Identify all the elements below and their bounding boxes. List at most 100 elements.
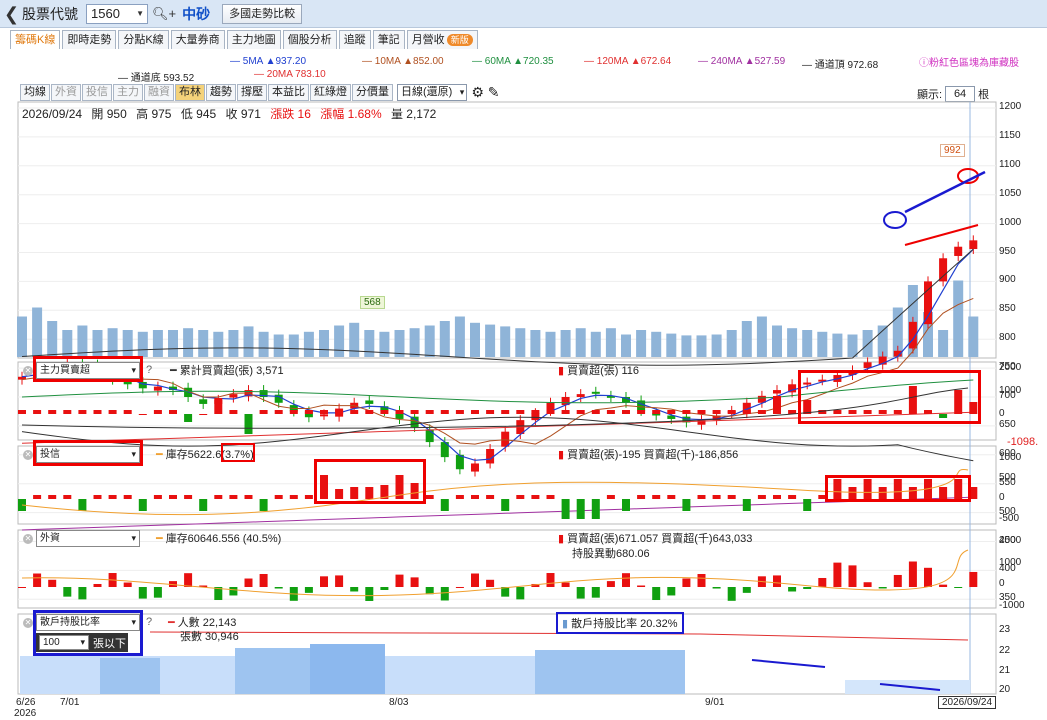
panel2-bar [682,499,691,511]
panel1-axis-tick: 2000 [999,362,1022,373]
panel4-area [100,658,160,694]
panel1-bar [169,410,177,414]
panel1-bar [667,410,676,414]
close-panel-icon[interactable]: ✕ [23,450,33,460]
panel3-bar [546,573,555,587]
panel1-bar [486,410,495,414]
panel1-bar [757,410,766,414]
help-icon[interactable]: ? [146,364,152,376]
panel2-bar [214,495,223,499]
panel1-bar [365,410,374,414]
highlight-box [33,356,143,382]
volume-bar [228,330,239,357]
highlight-box [825,475,971,502]
panel1-netbuy-text: 買賣超(張) 116 [567,365,640,377]
volume-bar [288,334,299,357]
panel3-bar [410,577,419,587]
volume-bar [349,322,360,357]
panel3-bar [486,579,495,587]
panel3-bar [833,562,842,587]
bar-swatch-icon: ▮ [562,618,569,630]
price-axis-tick: 1200 [999,101,1022,112]
panel3-bar [123,582,132,587]
panel4-axis-tick: 20 [999,684,1011,695]
panel1-cumulative-text: 累計買賣超(張) 3,571 [179,365,284,377]
x-label-jul: 7/01 [60,697,80,708]
panel4-area [310,644,385,694]
price-axis-tick: 950 [999,245,1016,257]
x-label-aug: 8/03 [389,697,409,708]
volume-bar [32,307,43,357]
chart-canvas[interactable] [0,0,1047,720]
volume-bar [319,330,329,357]
panel2-bar [244,495,253,499]
price-axis-tick: 1100 [999,158,1021,170]
panel1-bar [93,410,102,414]
panel1-side-value: -1098. [1007,436,1039,448]
volume-bar [485,324,496,357]
panel3-bar [773,575,781,587]
panel3-bar [712,587,721,589]
low-price-label: 568 [360,296,385,309]
panel2-axis-tick: 0 [999,492,1005,503]
panel1-bar [395,410,404,414]
panel1-bar [697,410,706,414]
panel2-bar [63,495,72,499]
bar-swatch-icon: ▮ [558,449,565,461]
panel2-bar [727,495,736,499]
panel2-bar [169,495,177,499]
panel3-bar [576,587,585,599]
panel3-bar [335,575,344,587]
candle-body [939,258,948,282]
candle-body [229,394,238,398]
panel3-indicator-select[interactable]: 外資 [36,530,140,547]
volume-bar [168,330,178,357]
panel4-axis-tick: 22 [999,645,1011,656]
panel1-bar [727,410,736,414]
candle-body [471,463,479,472]
panel2-bar [606,495,615,499]
volume-bar [198,330,209,357]
volume-bar [545,331,556,357]
volume-bar [938,330,949,357]
volume-bar [258,331,269,357]
panel1-bar [244,414,253,434]
panel3-bar [878,587,887,589]
panel3-bar [33,573,42,587]
panel2-bar [274,495,283,499]
trend-arrow [751,659,826,668]
panel1-bar [214,398,223,414]
close-panel-icon[interactable]: ✕ [23,534,33,544]
volume-bar [772,325,782,357]
volume-bar [681,335,692,357]
panel1-bar [108,410,117,414]
x-label-sep: 9/01 [705,697,725,708]
high-price-label: 992 [940,144,965,157]
panel3-bar [395,574,404,587]
help-icon[interactable]: ? [146,616,152,628]
panel1-bar [637,410,646,414]
close-panel-icon[interactable]: ✕ [23,366,33,376]
panel2-bar [516,495,525,499]
volume-bar [696,335,707,357]
panel2-bar [259,499,268,511]
panel1-bar [440,410,449,414]
volume-bar [666,333,677,357]
close-panel-icon[interactable]: ✕ [23,618,33,628]
panel3-line [21,549,969,597]
panel2-axis-tick: -500 [999,513,1020,524]
panel3-axis-tick: -1000 [999,600,1025,611]
volume-bar [62,330,73,357]
panel2-bar [803,499,812,511]
panel3-bar [667,587,676,596]
panel2-bar [622,499,630,511]
panel4-ratio-text: 散戶持股比率 20.32% [571,618,678,630]
panel3-bar [304,587,313,593]
volume-bar [409,328,420,357]
volume-bar [364,330,375,357]
panel3-bar [818,577,827,587]
volume-bar [590,331,601,357]
price-axis-tick: 850 [999,303,1016,315]
panel2-netbuy-text: 買賣超(張)-195 買賣超(千)-186,856 [567,449,739,461]
volume-bar [560,330,571,357]
